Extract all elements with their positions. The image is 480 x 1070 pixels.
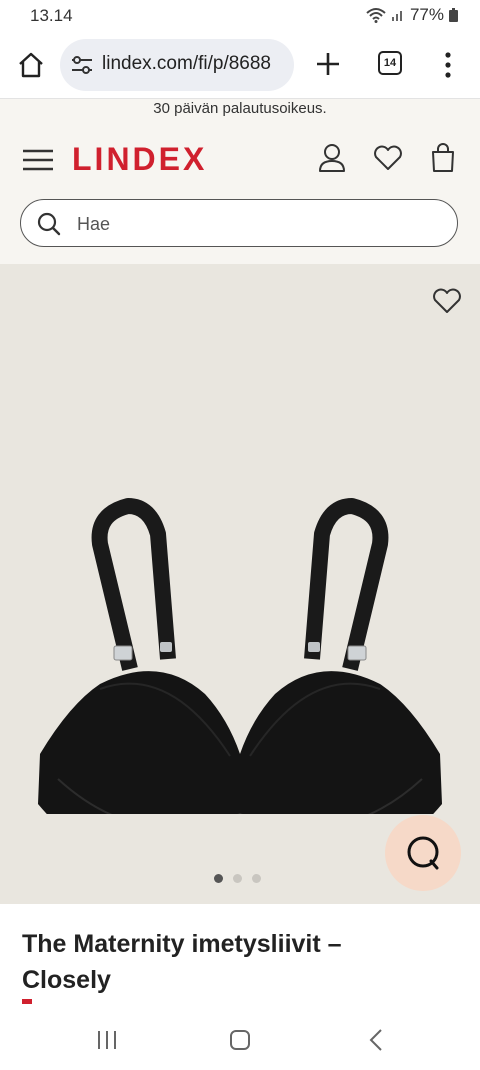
search-icon[interactable] [37,212,61,236]
address-bar[interactable]: lindex.com/fi/p/8688 [60,39,294,91]
signal-icon [391,11,402,21]
lindex-logo[interactable]: LINDEX [72,139,207,179]
battery-percent: 77% [409,5,444,24]
bag-icon[interactable] [430,143,456,173]
product-title: The Maternity imetysliivit – Closely [22,930,342,994]
gallery-pagination[interactable] [214,874,261,883]
menu-icon[interactable] [22,149,54,171]
promo-banner[interactable]: 30 päivän palautusoikeus. [0,99,480,121]
wifi-icon [366,8,386,23]
status-time: 13.14 [30,6,73,25]
heart-icon[interactable] [373,145,403,171]
home-nav-icon[interactable] [230,1030,250,1050]
gallery-dot[interactable] [214,874,223,883]
site-settings-icon[interactable] [70,54,94,76]
wishlist-heart-icon[interactable] [432,288,462,314]
back-icon[interactable] [368,1028,384,1052]
status-icons: 77% [366,5,458,25]
product-image[interactable] [20,384,460,814]
gallery-dot[interactable] [233,874,242,883]
url-text[interactable]: lindex.com/fi/p/8688 [102,53,271,75]
product-info: The Maternity imetysliivit – Closely [0,904,480,1004]
product-gallery[interactable] [0,264,480,904]
search-bar[interactable] [20,199,458,247]
gallery-dot[interactable] [252,874,261,883]
browser-toolbar: lindex.com/fi/p/8688 14 [0,34,480,98]
home-icon[interactable] [16,50,46,80]
plus-icon[interactable] [314,50,342,78]
more-icon[interactable] [438,50,458,80]
recents-icon[interactable] [96,1030,118,1050]
search-input[interactable] [75,211,439,237]
chat-icon[interactable] [403,833,443,873]
battery-icon [449,8,458,22]
user-icon[interactable] [318,143,346,173]
tabs-icon[interactable]: 14 [378,51,402,75]
status-bar: 13.14 77% [0,0,480,34]
system-nav-bar [0,1004,480,1070]
chat-button[interactable] [385,815,461,891]
